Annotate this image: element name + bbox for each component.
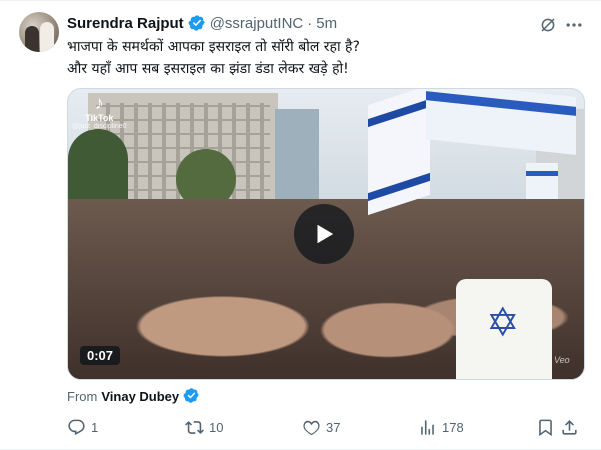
reply-button[interactable]: 1 <box>67 415 98 439</box>
bookmark-button[interactable] <box>536 415 555 439</box>
video-frame-building <box>275 109 319 199</box>
video-player[interactable]: ✡ ♪ TikTok @just_discipline0 0:07 Veo <box>67 88 585 380</box>
reply-icon <box>68 419 85 435</box>
verified-badge-icon <box>183 387 201 405</box>
video-corner-mark: Veo <box>554 355 570 365</box>
avatar-figure-right <box>40 22 54 52</box>
from-label: From <box>67 388 98 404</box>
tweet-text-line: भाजपा के समर्थकों आपका इसराइल तो सॉरी बो… <box>67 39 360 55</box>
views-button[interactable]: 178 <box>418 415 464 439</box>
repost-button[interactable]: 10 <box>185 415 223 439</box>
tiktok-icon: ♪ <box>94 93 104 113</box>
repost-count: 10 <box>209 419 224 435</box>
play-icon <box>317 224 334 244</box>
from-user-link[interactable]: Vinay Dubey <box>101 389 179 404</box>
tiktok-user: @just_discipline0 <box>72 123 127 130</box>
source-attribution: From Vinay Dubey <box>67 387 201 405</box>
views-count: 178 <box>442 419 464 435</box>
video-duration: 0:07 <box>80 346 121 365</box>
share-button[interactable] <box>560 415 579 439</box>
author-handle[interactable]: @ssrajputINC <box>210 15 304 32</box>
video-frame-flag <box>368 89 430 216</box>
like-button[interactable]: 37 <box>302 415 340 439</box>
like-count: 37 <box>326 419 341 435</box>
repost-icon <box>185 420 204 434</box>
tweet-card[interactable]: Surendra Rajput @ssrajputINC · 5m भाजपा … <box>0 0 601 450</box>
tiktok-label: TikTok <box>85 113 114 123</box>
views-icon <box>421 419 434 435</box>
action-bar: 1 10 37 178 <box>60 415 590 439</box>
like-icon <box>303 420 320 435</box>
avatar[interactable] <box>19 12 59 52</box>
tweet-header: Surendra Rajput @ssrajputINC · 5m <box>67 13 337 33</box>
separator-dot: · <box>307 14 313 32</box>
tweet-text-line: और यहाँ आप सब इसराइल का झंडा डंडा लेकर ख… <box>67 61 349 77</box>
star-of-david-icon: ✡ <box>486 301 520 345</box>
play-button[interactable] <box>294 204 354 264</box>
verified-badge-icon <box>188 14 206 32</box>
tiktok-watermark: ♪ TikTok @just_discipline0 <box>72 93 127 130</box>
tweet-text: भाजपा के समर्थकों आपका इसराइल तो सॉरी बो… <box>67 36 587 80</box>
share-icon <box>562 419 577 435</box>
reply-count: 1 <box>91 419 99 435</box>
avatar-figure-left <box>25 26 39 52</box>
grok-icon[interactable] <box>538 15 558 35</box>
author-name[interactable]: Surendra Rajput <box>67 15 184 32</box>
more-icon[interactable] <box>563 15 585 35</box>
video-frame-flag <box>526 163 558 199</box>
bookmark-icon <box>539 419 552 436</box>
timestamp[interactable]: 5m <box>316 15 337 32</box>
